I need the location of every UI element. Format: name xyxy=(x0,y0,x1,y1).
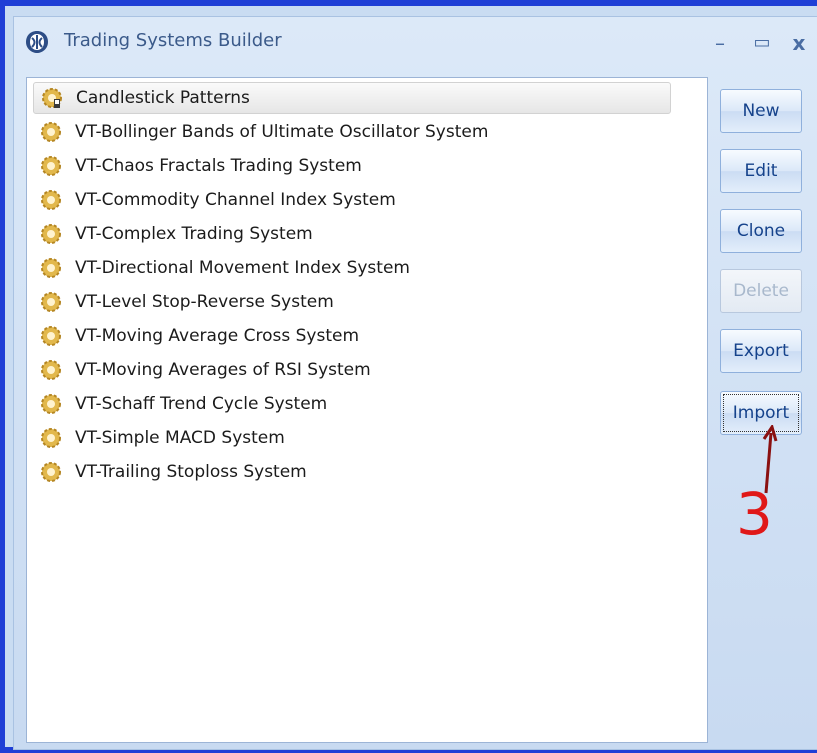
app-logo-icon xyxy=(26,31,48,53)
list-item[interactable]: VT-Complex Trading System xyxy=(33,218,313,250)
list-item-label: VT-Commodity Channel Index System xyxy=(75,190,396,210)
new-button[interactable]: New xyxy=(720,89,802,133)
screenshot-frame: Trading Systems Builder – ▭ x Candlestic… xyxy=(0,0,817,753)
gear-icon xyxy=(41,326,61,346)
list-item[interactable]: VT-Schaff Trend Cycle System xyxy=(33,388,327,420)
gear-icon xyxy=(41,224,61,244)
edit-button[interactable]: Edit xyxy=(720,149,802,193)
list-item-candlestick-patterns[interactable]: Candlestick Patterns xyxy=(33,82,671,114)
list-item[interactable]: VT-Moving Averages of RSI System xyxy=(33,354,371,386)
minimize-button[interactable]: – xyxy=(707,31,733,55)
list-item[interactable]: VT-Commodity Channel Index System xyxy=(33,184,396,216)
clone-button[interactable]: Clone xyxy=(720,209,802,253)
maximize-button[interactable]: ▭ xyxy=(749,31,775,55)
gear-icon xyxy=(41,394,61,414)
gear-icon xyxy=(41,360,61,380)
gear-icon xyxy=(41,258,61,278)
candlestick-gear-icon xyxy=(42,88,62,108)
window-title: Trading Systems Builder xyxy=(64,30,282,51)
list-item[interactable]: VT-Directional Movement Index System xyxy=(33,252,410,284)
systems-list[interactable]: Candlestick Patterns VT-Bollinger Bands … xyxy=(26,77,708,743)
list-item-label: VT-Moving Averages of RSI System xyxy=(75,360,371,380)
list-item-label: VT-Trailing Stoploss System xyxy=(75,462,307,482)
gear-icon xyxy=(41,292,61,312)
title-bar[interactable]: Trading Systems Builder – ▭ x xyxy=(14,17,817,69)
annotation-step-number: 3 xyxy=(736,480,773,548)
gear-icon xyxy=(41,190,61,210)
trading-systems-builder-window: Trading Systems Builder – ▭ x Candlestic… xyxy=(13,16,817,750)
list-item[interactable]: VT-Level Stop-Reverse System xyxy=(33,286,334,318)
list-item-label: VT-Complex Trading System xyxy=(75,224,313,244)
list-item-label: VT-Bollinger Bands of Ultimate Oscillato… xyxy=(75,122,489,142)
list-item-label: VT-Chaos Fractals Trading System xyxy=(75,156,362,176)
gear-icon xyxy=(41,428,61,448)
list-item-label: VT-Moving Average Cross System xyxy=(75,326,360,346)
list-item[interactable]: VT-Moving Average Cross System xyxy=(33,320,359,352)
list-item[interactable]: VT-Simple MACD System xyxy=(33,422,285,454)
list-item-label: VT-Directional Movement Index System xyxy=(75,258,410,278)
list-item[interactable]: VT-Trailing Stoploss System xyxy=(33,456,307,488)
list-item[interactable]: VT-Chaos Fractals Trading System xyxy=(33,150,362,182)
gear-icon xyxy=(41,462,61,482)
gear-icon xyxy=(41,122,61,142)
list-item-label: VT-Level Stop-Reverse System xyxy=(75,292,334,312)
list-item-label: Candlestick Patterns xyxy=(76,88,250,108)
list-item-label: VT-Schaff Trend Cycle System xyxy=(75,394,328,414)
delete-button[interactable]: Delete xyxy=(720,269,802,313)
gear-icon xyxy=(41,156,61,176)
list-item-label: VT-Simple MACD System xyxy=(75,428,285,448)
export-button[interactable]: Export xyxy=(720,329,802,373)
close-button[interactable]: x xyxy=(786,31,812,55)
list-item[interactable]: VT-Bollinger Bands of Ultimate Oscillato… xyxy=(33,116,488,148)
